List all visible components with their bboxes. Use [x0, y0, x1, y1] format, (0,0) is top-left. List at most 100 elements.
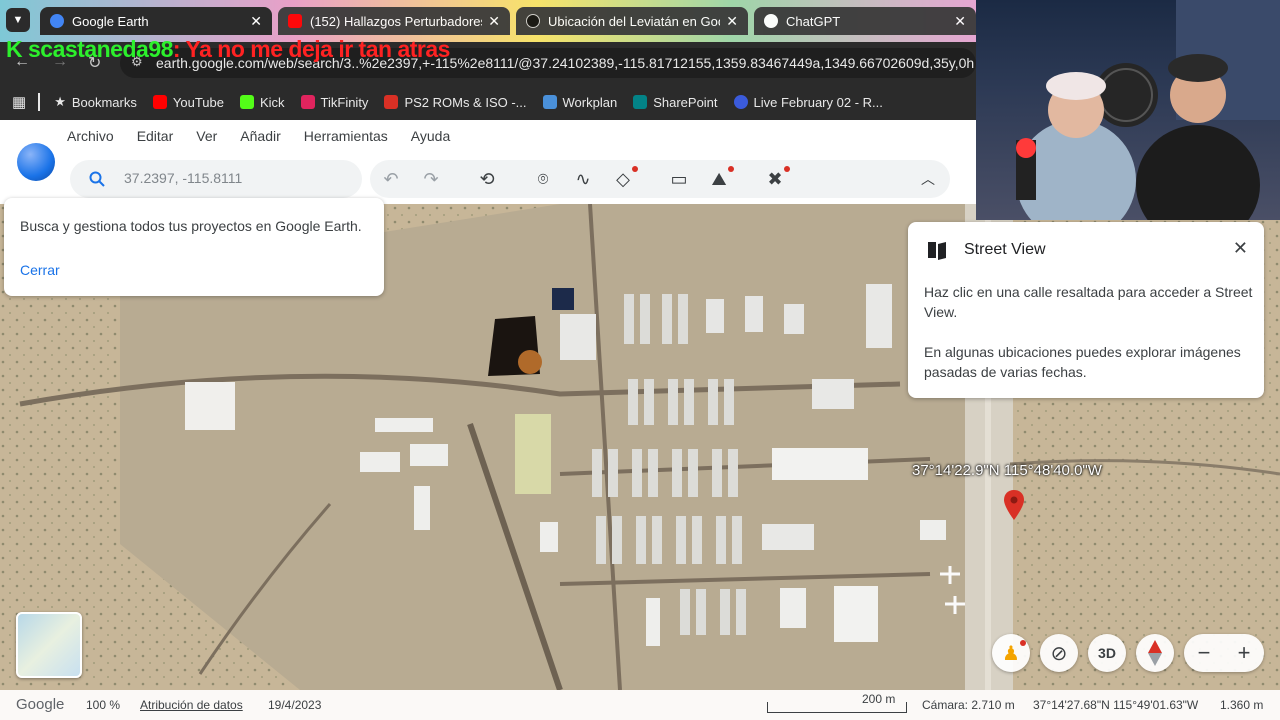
search-icon — [89, 171, 105, 187]
street-view-title: Street View — [964, 241, 1046, 258]
status-bar: Google 100 % Atribución de datos 19/4/20… — [0, 690, 1280, 720]
bookmark-live[interactable]: Live February 02 - R... — [733, 94, 883, 110]
tab-google-earth[interactable]: Google Earth ✕ — [40, 7, 272, 35]
street-view-text-2: En algunas ubicaciones puedes explorar i… — [924, 344, 1241, 380]
bookmark-label: TikFinity — [320, 94, 369, 110]
ps2-icon — [384, 95, 399, 109]
chevron-down-icon: ▼ — [12, 14, 24, 26]
bookmark-bookmarks[interactable]: ★ Bookmarks — [54, 94, 137, 110]
webcam-overlay — [976, 0, 1280, 245]
reset-tilt-button[interactable]: ⊘ — [1040, 634, 1078, 672]
earth-menu-bar: Archivo Editar Ver Añadir Herramientas A… — [67, 128, 473, 144]
tilt-icon: ⊘ — [1050, 642, 1068, 665]
street-view-icon — [928, 242, 946, 260]
layers-icon[interactable]: ◇ — [611, 167, 635, 191]
pegman-icon: ♟ — [1002, 642, 1020, 665]
compass-button[interactable] — [1136, 634, 1174, 672]
menu-herramientas[interactable]: Herramientas — [304, 128, 388, 144]
bookmark-kick[interactable]: Kick — [239, 94, 285, 110]
map-style-icon[interactable]: ⛰ — [707, 167, 731, 191]
stream-chat-overlay: K scastaneda98: Ya no me deja ir tan atr… — [6, 36, 450, 63]
tools-icon[interactable]: ✖ — [763, 167, 787, 191]
scale-bar — [767, 702, 907, 713]
undo-icon[interactable]: ↶ — [379, 167, 403, 191]
menu-editar[interactable]: Editar — [137, 128, 174, 144]
bookmark-label: Live February 02 - R... — [753, 94, 883, 110]
elevation: 1.360 m — [1220, 698, 1264, 712]
chatgpt-icon — [764, 14, 778, 28]
menu-ayuda[interactable]: Ayuda — [411, 128, 450, 144]
bookmark-tikfinity[interactable]: TikFinity — [300, 94, 369, 110]
search-input[interactable] — [122, 169, 346, 187]
historical-imagery-icon[interactable]: ⟲ — [475, 167, 499, 191]
tab-label: ChatGPT — [786, 13, 841, 29]
data-attribution-link[interactable]: Atribución de datos — [140, 698, 243, 712]
menu-ver[interactable]: Ver — [196, 128, 217, 144]
close-icon[interactable]: ✕ — [726, 13, 738, 30]
camera-altitude: Cámara: 2.710 m — [922, 698, 1015, 712]
projects-popup-text: Busca y gestiona todos tus proyectos en … — [20, 218, 362, 234]
tab-search-button[interactable]: ▼ — [6, 8, 30, 32]
map-pin-icon[interactable] — [1004, 490, 1024, 520]
tab-chatgpt[interactable]: ChatGPT ✕ — [754, 7, 976, 35]
map-style-thumbnail[interactable] — [16, 612, 82, 678]
cursor-coordinates: 37°14'27.68"N 115°49'01.63"W — [1033, 698, 1199, 712]
chevron-up-icon[interactable]: ︿ — [916, 167, 940, 191]
3d-label: 3D — [1098, 645, 1116, 661]
bookmark-youtube[interactable]: YouTube — [152, 94, 224, 110]
bookmark-label: Workplan — [562, 94, 618, 110]
chat-message: : Ya no me deja ir tan atras — [172, 36, 451, 62]
close-popup-link[interactable]: Cerrar — [20, 262, 60, 278]
sharepoint-icon — [633, 95, 648, 109]
tab-label: Google Earth — [72, 13, 149, 29]
bookmark-sharepoint[interactable]: SharePoint — [633, 95, 718, 110]
apps-grid-icon[interactable]: ▦ — [12, 93, 26, 111]
notification-dot — [632, 166, 638, 172]
compass-icon — [1148, 640, 1162, 666]
zoom-level: 100 % — [86, 698, 121, 712]
close-icon[interactable]: ✕ — [1233, 238, 1248, 259]
tab-label: Ubicación del Leviatán en Goo — [548, 13, 721, 29]
bookmarks-bar: ▦ ★ Bookmarks YouTube Kick TikFinity PS2 … — [0, 84, 976, 120]
zoom-out-button[interactable]: − — [1198, 640, 1211, 666]
search-box — [70, 160, 362, 198]
zoom-control: − + — [1184, 634, 1264, 672]
notification-dot — [1020, 640, 1026, 646]
zoom-in-button[interactable]: + — [1238, 640, 1251, 666]
bookmark-label: YouTube — [172, 94, 224, 110]
star-icon: ★ — [54, 94, 66, 109]
close-icon[interactable]: ✕ — [954, 13, 966, 30]
notification-dot — [784, 166, 790, 172]
workplan-icon — [542, 95, 557, 109]
youtube-icon — [288, 14, 302, 28]
webcam-feed — [1016, 0, 1280, 245]
tab-label: (152) Hallazgos Perturbadores — [310, 13, 483, 29]
bookmark-ps2roms[interactable]: PS2 ROMs & ISO -... — [384, 95, 527, 110]
tikfinity-icon — [300, 95, 315, 109]
imagery-date: 19/4/2023 — [268, 698, 322, 712]
3d-toggle-button[interactable]: 3D — [1088, 634, 1126, 672]
menu-anadir[interactable]: Añadir — [240, 128, 280, 144]
kick-icon — [239, 95, 254, 109]
tab-youtube[interactable]: (152) Hallazgos Perturbadores ✕ — [278, 7, 510, 35]
google-logo: Google — [16, 696, 65, 713]
placemark-icon[interactable]: ⌾ — [531, 167, 555, 191]
notification-dot — [728, 166, 734, 172]
bookmark-workplan[interactable]: Workplan — [542, 94, 618, 110]
bookmark-label: Kick — [259, 94, 285, 110]
kick-badge: K — [6, 36, 23, 62]
place-label: 37°14'22.9"N 115°48'40.0"W — [912, 462, 1102, 479]
measure-icon[interactable]: ▭ — [667, 167, 691, 191]
tab-tiktok[interactable]: Ubicación del Leviatán en Goo ✕ — [516, 7, 748, 35]
redo-icon[interactable]: ↷ — [419, 167, 443, 191]
youtube-icon — [152, 95, 167, 109]
google-earth-icon — [50, 14, 64, 28]
menu-archivo[interactable]: Archivo — [67, 128, 114, 144]
google-earth-logo[interactable] — [17, 143, 55, 181]
close-icon[interactable]: ✕ — [488, 13, 500, 30]
tiktok-icon — [526, 14, 540, 28]
close-icon[interactable]: ✕ — [250, 13, 262, 30]
r-icon — [733, 95, 748, 109]
projects-popup: Busca y gestiona todos tus proyectos en … — [4, 198, 384, 296]
path-icon[interactable]: ∿ — [571, 167, 595, 191]
